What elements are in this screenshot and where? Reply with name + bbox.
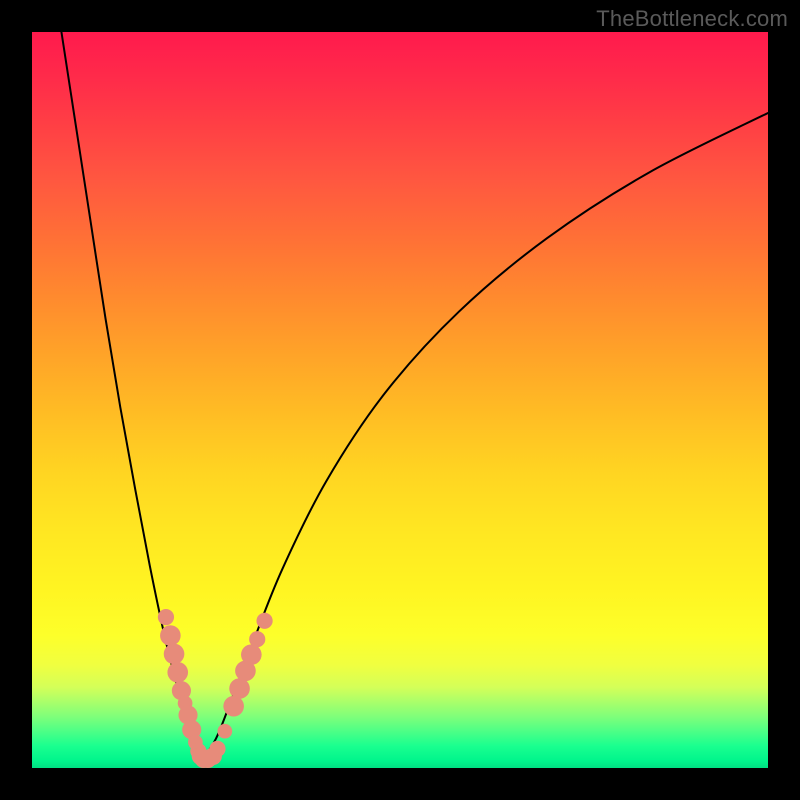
data-dot	[223, 696, 244, 717]
dots-layer	[158, 609, 273, 768]
data-dot	[249, 631, 265, 647]
data-dot	[209, 741, 225, 757]
data-dot	[256, 613, 272, 629]
curve-right-branch	[201, 113, 768, 761]
data-dot	[164, 644, 185, 665]
data-dot	[229, 678, 250, 699]
chart-svg	[32, 32, 768, 768]
data-dot	[217, 724, 232, 739]
data-dot	[160, 625, 181, 646]
data-dot	[241, 644, 262, 665]
data-dot	[158, 609, 174, 625]
data-dot	[167, 662, 188, 683]
chart-frame: TheBottleneck.com	[0, 0, 800, 800]
watermark-text: TheBottleneck.com	[596, 6, 788, 32]
plot-area	[32, 32, 768, 768]
